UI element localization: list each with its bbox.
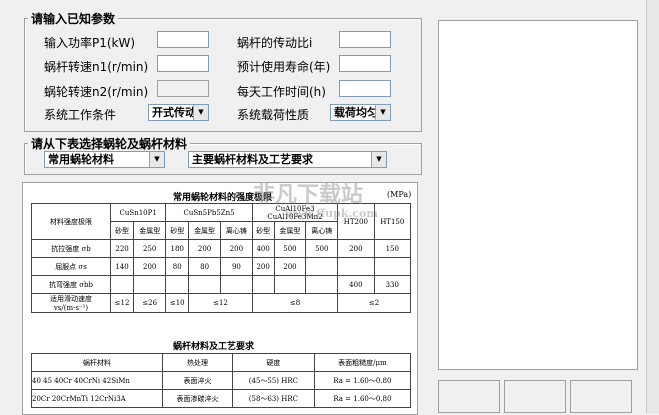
worm-material-select[interactable]: 主要蜗杆材料及工艺要求 ▼ [188, 151, 387, 168]
bottom-button-1[interactable] [438, 380, 500, 413]
ratio-input[interactable] [339, 31, 391, 48]
window-scrollbar[interactable] [646, 0, 659, 413]
bottom-button-3[interactable] [570, 380, 632, 413]
table1-mat1: CuSn10P1 [109, 203, 167, 222]
chevron-down-icon[interactable]: ▼ [375, 105, 390, 120]
wheel-material-value: 常用蜗轮材料 [48, 153, 114, 166]
wheel-material-table: 材料强度极限 CuSn10P1 CuSn5Pb5Zn5 CuAl10Fe3 CuA… [31, 203, 412, 313]
table-row: 蜗杆材料 热处理 硬度 表面粗糙度/μm [31, 353, 412, 372]
table-row: 适用滑动速度 vs/(m·s⁻¹) ≤12 ≤26 ≤10 ≤12 ≤8 ≤2 [31, 293, 411, 313]
life-label: 预计使用寿命(年) [237, 60, 331, 74]
table1-mat3: CuAl10Fe3 CuAl10Fe3Mn2 [251, 203, 339, 222]
table1-mat2: CuSn5Pb5Zn5 [165, 203, 253, 222]
condition-value: 开式传动 [152, 106, 196, 119]
table-row: 40 45 40Cr 40CrNi 42SiMn 表面淬火 (45～55) HRC… [31, 371, 412, 390]
load-value: 载荷均匀 [334, 106, 378, 119]
table-row: 屈服点 σs 140 200 80 80 90 200 200 [31, 257, 412, 276]
table1-unit: (MPa) [387, 190, 412, 199]
load-label: 系统载荷性质 [237, 108, 310, 122]
rpm2-label: 蜗轮转速n2(r/min) [44, 85, 149, 99]
table1-header: 材料强度极限 [31, 203, 111, 240]
output-area[interactable] [438, 20, 638, 370]
chevron-down-icon[interactable]: ▼ [193, 105, 208, 120]
bottom-button-2[interactable] [504, 380, 566, 413]
condition-label: 系统工作条件 [44, 108, 117, 122]
rpm1-input[interactable] [157, 55, 209, 72]
material-reference-panel: 常用蜗轮材料的强度极限 (MPa) 材料强度极限 CuSn10P1 CuSn5P… [22, 182, 418, 415]
worm-material-table: 蜗杆材料 热处理 硬度 表面粗糙度/μm 40 45 40Cr 40CrNi 42S… [31, 353, 412, 408]
params-group-title: 请输入已知参数 [28, 10, 119, 27]
table1-title: 常用蜗轮材料的强度极限 [173, 193, 273, 203]
table-row: 20Cr 20CrMnTi 12CrNi3A 表面渗碳淬火 (58～63) HRC… [31, 389, 412, 408]
rpm1-label: 蜗杆转速n1(r/min) [44, 60, 149, 74]
table1-mat4: HT200 [337, 203, 375, 240]
rpm2-input [157, 80, 209, 97]
ratio-label: 蜗杆的传动比i [237, 36, 313, 50]
chevron-down-icon[interactable]: ▼ [149, 152, 164, 167]
materials-group-title: 请从下表选择蜗轮及蜗杆材料 [28, 135, 191, 152]
table1-mat5: HT150 [373, 203, 412, 240]
hours-label: 每天工作时间(h) [237, 85, 326, 99]
chevron-down-icon[interactable]: ▼ [371, 152, 386, 167]
life-input[interactable] [339, 55, 391, 72]
hours-input[interactable] [339, 80, 391, 97]
condition-select[interactable]: 开式传动 ▼ [148, 104, 209, 121]
table-row: 抗弯强度 σbb 400 330 [31, 275, 412, 294]
worm-material-value: 主要蜗杆材料及工艺要求 [192, 153, 313, 166]
power-input[interactable] [157, 31, 209, 48]
wheel-material-select[interactable]: 常用蜗轮材料 ▼ [44, 151, 165, 168]
table-row: 抗拉强度 σb 220 250 180 200 200 400 500 500 200 15… [31, 239, 412, 258]
power-label: 输入功率P1(kW) [44, 36, 136, 50]
table2-title: 蜗杆材料及工艺要求 [173, 342, 255, 352]
load-select[interactable]: 载荷均匀 ▼ [330, 104, 391, 121]
